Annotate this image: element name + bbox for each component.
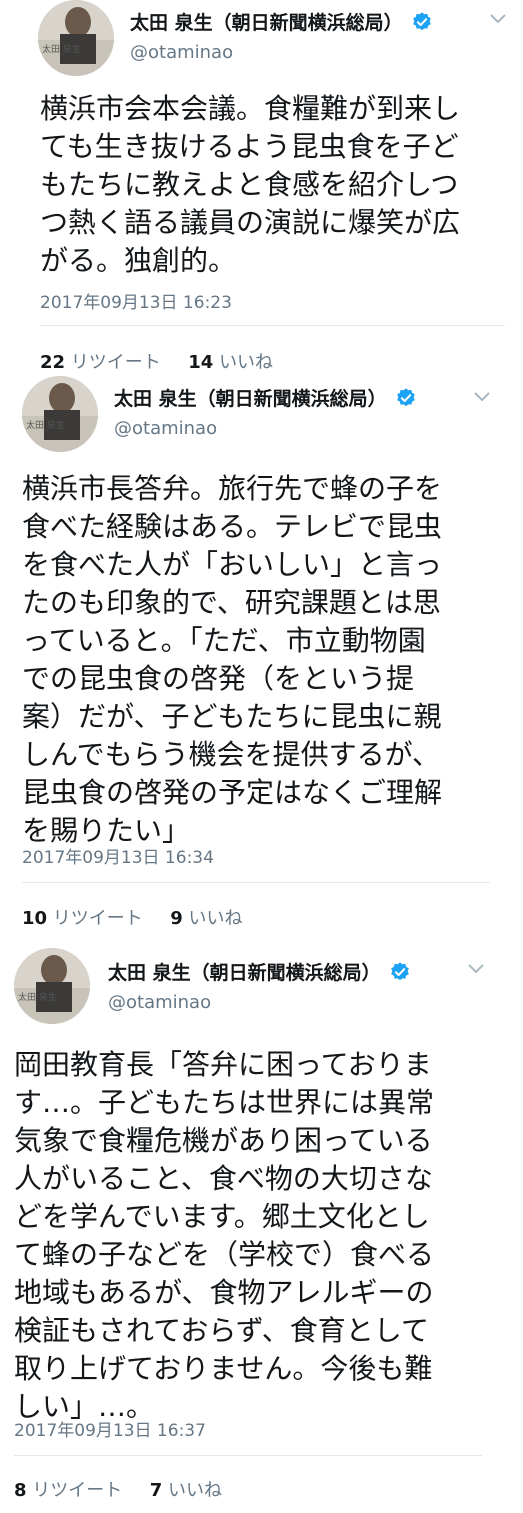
avatar[interactable]: 太田 泉生 bbox=[22, 376, 98, 452]
like-count[interactable]: 9 bbox=[170, 908, 183, 929]
retweet-label[interactable]: リツイート bbox=[71, 352, 161, 373]
author-name-row: 太田 泉生（朝日新聞横浜総局） bbox=[114, 384, 417, 411]
author-handle[interactable]: @otaminao bbox=[114, 418, 217, 439]
verified-badge-icon bbox=[390, 961, 409, 980]
divider bbox=[40, 325, 505, 326]
tweet-stats: 10 リツイート 9 いいね bbox=[22, 904, 243, 930]
tweet-stats: 22 リツイート 14 いいね bbox=[40, 348, 273, 374]
tweet-text: 横浜市長答弁。旅行先で蜂の子を 食べた経験はある。テレビで昆虫 を食べた人が「お… bbox=[22, 472, 443, 847]
verified-badge-icon bbox=[396, 387, 415, 406]
retweet-label[interactable]: リツイート bbox=[32, 1480, 122, 1501]
like-count[interactable]: 7 bbox=[150, 1480, 163, 1501]
avatar[interactable]: 太田 泉生 bbox=[38, 0, 114, 76]
retweet-label[interactable]: リツイート bbox=[53, 908, 143, 929]
like-label[interactable]: いいね bbox=[168, 1480, 222, 1501]
author-handle[interactable]: @otaminao bbox=[130, 42, 233, 63]
svg-text:太田 泉生: 太田 泉生 bbox=[42, 43, 81, 55]
like-label[interactable]: いいね bbox=[189, 908, 243, 929]
like-count[interactable]: 14 bbox=[188, 352, 213, 373]
tweet-text: 横浜市会本会議。食糧難が到来し ても生き抜けるよう昆虫食を子ど もたちに教えよと… bbox=[40, 92, 461, 277]
retweet-count[interactable]: 8 bbox=[14, 1480, 27, 1501]
tweet-timestamp[interactable]: 2017年09月13日 16:23 bbox=[40, 288, 232, 313]
like-label[interactable]: いいね bbox=[219, 352, 273, 373]
author-name-row: 太田 泉生（朝日新聞横浜総局） bbox=[108, 958, 411, 985]
divider bbox=[22, 882, 490, 883]
author-display-name[interactable]: 太田 泉生（朝日新聞横浜総局） bbox=[108, 958, 381, 985]
divider bbox=[14, 1455, 482, 1456]
svg-text:太田 泉生: 太田 泉生 bbox=[18, 991, 57, 1003]
author-name-row: 太田 泉生（朝日新聞横浜総局） bbox=[130, 8, 433, 35]
svg-text:太田 泉生: 太田 泉生 bbox=[26, 419, 65, 431]
tweet-timestamp[interactable]: 2017年09月13日 16:34 bbox=[22, 843, 214, 868]
tweet-text: 岡田教育長「答弁に困っておりま す…。子どもたちは世界には異常 気象で食糧危機が… bbox=[14, 1048, 435, 1423]
retweet-count[interactable]: 10 bbox=[22, 908, 47, 929]
chevron-down-icon[interactable] bbox=[488, 12, 508, 26]
author-handle[interactable]: @otaminao bbox=[108, 992, 211, 1013]
chevron-down-icon[interactable] bbox=[472, 390, 492, 404]
author-display-name[interactable]: 太田 泉生（朝日新聞横浜総局） bbox=[114, 384, 387, 411]
tweet-stats: 8 リツイート 7 いいね bbox=[14, 1476, 222, 1502]
tweet-timestamp[interactable]: 2017年09月13日 16:37 bbox=[14, 1416, 206, 1441]
avatar[interactable]: 太田 泉生 bbox=[14, 948, 90, 1024]
retweet-count[interactable]: 22 bbox=[40, 352, 65, 373]
chevron-down-icon[interactable] bbox=[466, 962, 486, 976]
verified-badge-icon bbox=[412, 11, 431, 30]
author-display-name[interactable]: 太田 泉生（朝日新聞横浜総局） bbox=[130, 8, 403, 35]
